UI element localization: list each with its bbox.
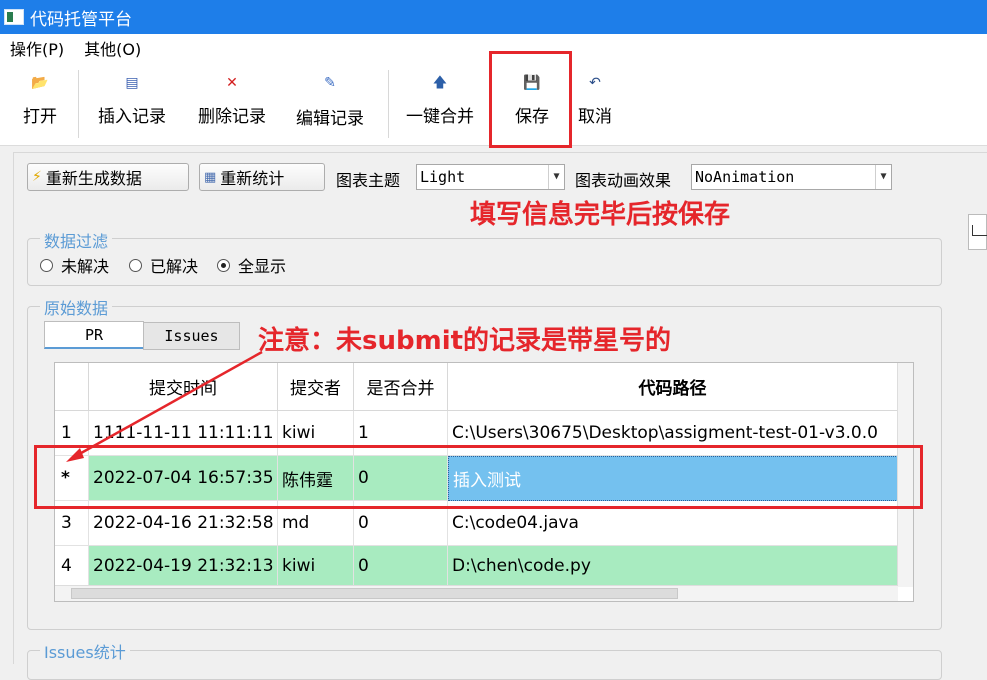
annotation-arrow <box>66 350 263 462</box>
arrow-head <box>66 448 84 462</box>
issues-stats-group <box>27 650 942 680</box>
arrow-line <box>73 350 263 459</box>
issues-stats-title: Issues统计 <box>40 639 130 663</box>
